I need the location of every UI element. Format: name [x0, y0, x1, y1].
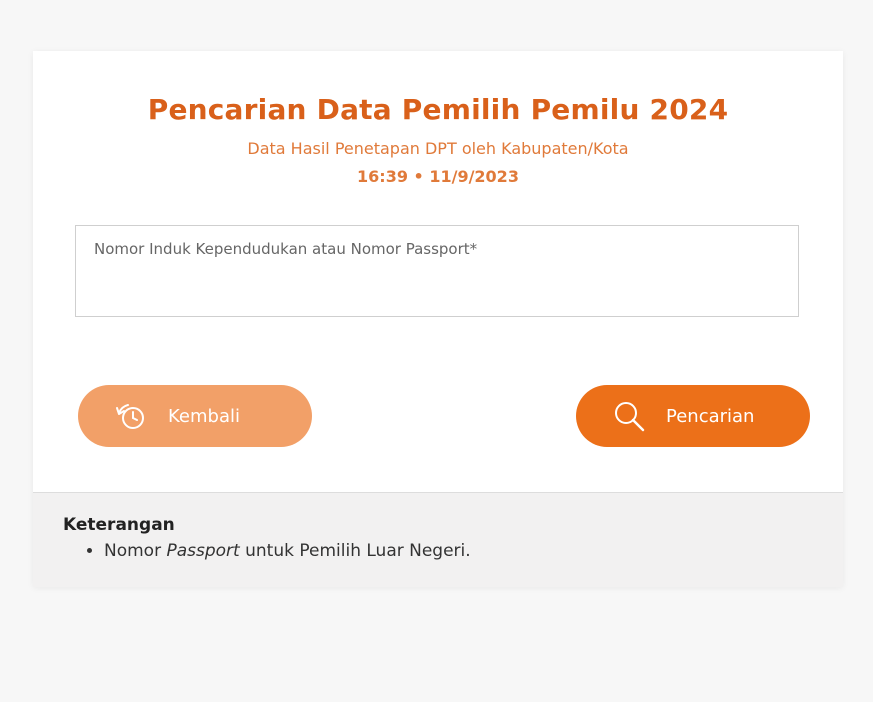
note-emphasis: Passport	[166, 541, 240, 561]
page-subtitle: Data Hasil Penetapan DPT oleh Kabupaten/…	[247, 139, 629, 158]
note-prefix: Nomor	[104, 541, 167, 561]
list-item: Nomor Passport untuk Pemilih Luar Negeri…	[104, 541, 813, 561]
history-clock-icon	[114, 399, 148, 433]
back-button-label: Kembali	[168, 405, 240, 427]
search-icon	[612, 399, 646, 433]
note-suffix: untuk Pemilih Luar Negeri.	[239, 541, 471, 561]
search-button[interactable]: Pencarian	[576, 385, 810, 447]
page-title: Pencarian Data Pemilih Pemilu 2024	[147, 93, 729, 126]
search-card: Pencarian Data Pemilih Pemilu 2024 Data …	[33, 51, 843, 587]
search-button-label: Pencarian	[666, 405, 755, 427]
notes-section: Keterangan Nomor Passport untuk Pemilih …	[33, 493, 843, 587]
id-number-input[interactable]	[75, 225, 799, 317]
card-body: Pencarian Data Pemilih Pemilu 2024 Data …	[33, 51, 843, 493]
notes-list: Nomor Passport untuk Pemilih Luar Negeri…	[63, 541, 813, 561]
notes-title: Keterangan	[63, 515, 175, 535]
back-button[interactable]: Kembali	[78, 385, 312, 447]
datetime-label: 16:39 • 11/9/2023	[357, 167, 519, 186]
